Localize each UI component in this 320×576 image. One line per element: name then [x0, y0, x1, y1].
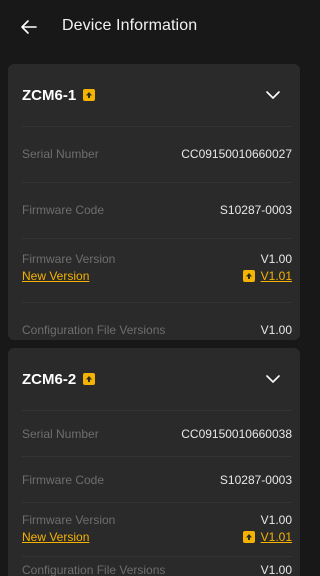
firmware-version-value: V1.00: [260, 513, 292, 527]
config-version-value: V1.00: [260, 563, 292, 576]
serial-number-label: Serial Number: [22, 147, 99, 161]
config-version-label: Configuration File Versions: [22, 323, 166, 337]
firmware-version-row: Firmware Version V1.00 New Version V1.01: [22, 238, 292, 302]
device-name: ZCM6-1: [22, 86, 77, 104]
new-version-button[interactable]: V1.01: [242, 530, 292, 544]
firmware-code-row: Firmware Code S10287-0003: [22, 456, 292, 502]
serial-number-label: Serial Number: [22, 427, 99, 441]
serial-number-row: Serial Number CC09150010660038: [22, 410, 292, 456]
update-available-icon: [83, 373, 96, 385]
arrow-left-icon: [21, 20, 37, 34]
device-card-1: ZCM6-1 Serial Number CC09150010660027 Fi…: [8, 64, 300, 340]
device-name: ZCM6-2: [22, 370, 77, 388]
firmware-code-value: S10287-0003: [219, 473, 292, 487]
firmware-code-row: Firmware Code S10287-0003: [22, 182, 292, 238]
chevron-down-icon[interactable]: [264, 370, 282, 388]
update-available-icon: [83, 89, 96, 101]
app-header: Device Information: [0, 0, 308, 56]
config-version-label: Configuration File Versions: [22, 563, 166, 576]
new-version-value: V1.01: [260, 530, 292, 544]
serial-number-value: CC09150010660038: [181, 427, 292, 441]
firmware-version-value: V1.00: [260, 252, 292, 266]
new-version-link[interactable]: New Version: [22, 269, 89, 283]
device-card-2: ZCM6-2 Serial Number CC09150010660038 Fi…: [8, 348, 300, 576]
update-available-icon: [242, 531, 255, 543]
firmware-version-label: Firmware Version: [22, 252, 116, 266]
config-version-row: Configuration File Versions V1.00: [22, 556, 292, 576]
page-title: Device Information: [62, 17, 198, 34]
update-available-icon: [242, 270, 255, 282]
chevron-down-icon[interactable]: [264, 86, 282, 104]
new-version-button[interactable]: V1.01: [242, 269, 292, 283]
firmware-code-value: S10287-0003: [219, 203, 292, 217]
firmware-version-row: Firmware Version V1.00 New Version V1.01: [22, 502, 292, 556]
device-card-header[interactable]: ZCM6-1: [8, 64, 300, 126]
firmware-version-label: Firmware Version: [22, 513, 116, 527]
device-card-header[interactable]: ZCM6-2: [8, 348, 300, 410]
serial-number-row: Serial Number CC09150010660027: [22, 126, 292, 182]
config-version-value: V1.00: [260, 323, 292, 337]
firmware-code-label: Firmware Code: [22, 203, 105, 217]
back-button[interactable]: [16, 14, 42, 40]
new-version-link[interactable]: New Version: [22, 530, 89, 544]
serial-number-value: CC09150010660027: [181, 147, 292, 161]
firmware-code-label: Firmware Code: [22, 473, 105, 487]
new-version-value: V1.01: [260, 269, 292, 283]
